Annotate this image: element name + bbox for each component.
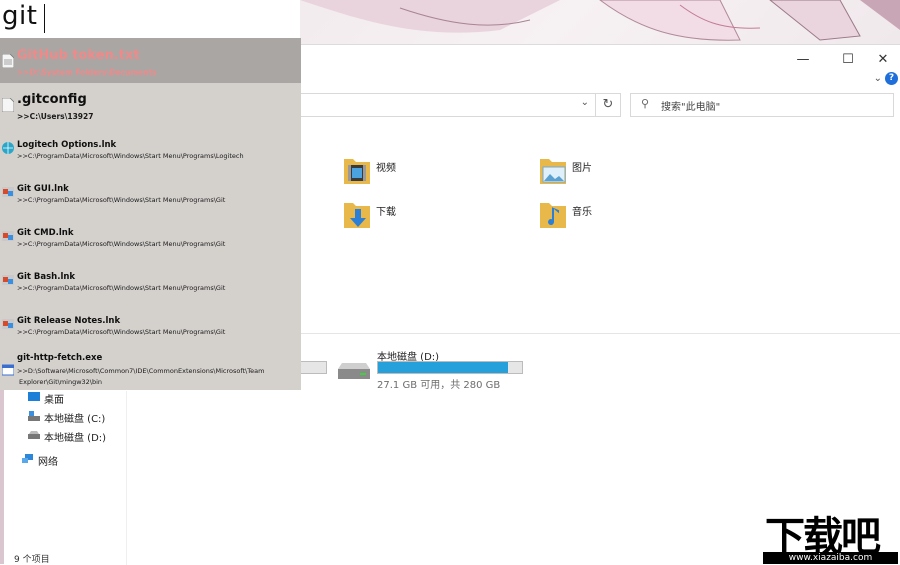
close-button[interactable]: ✕ xyxy=(866,49,900,71)
maximize-button[interactable]: ☐ xyxy=(831,49,865,71)
result-item-selected[interactable]: GitHub token.txt >>D:\System Folders\Doc… xyxy=(0,38,301,83)
network-icon xyxy=(22,454,33,463)
folder-videos[interactable]: 视频 xyxy=(342,155,542,195)
search-icon: ⚲ xyxy=(641,97,650,110)
result-item[interactable]: Git Bash.lnk >>C:\ProgramData\Microsoft\… xyxy=(0,259,301,303)
wallpaper-art xyxy=(300,0,900,41)
desktop-icon xyxy=(28,392,40,401)
watermark-box: 下载吧 xyxy=(763,508,898,560)
drive-d-usage-bar xyxy=(377,361,523,374)
search-query-input[interactable]: git xyxy=(0,0,300,38)
search-placeholder: 搜索"此电脑" xyxy=(661,102,721,113)
result-item[interactable]: .gitconfig >>C:\Users\13927 xyxy=(0,83,301,127)
drive-d-usage-fill xyxy=(378,362,509,373)
drive-c-usage-bar xyxy=(300,361,327,374)
result-item[interactable]: Git Release Notes.lnk >>C:\ProgramData\M… xyxy=(0,303,301,347)
result-item[interactable]: git-http-fetch.exe >>D:\Software\Microso… xyxy=(0,347,301,390)
status-item-count: 9 个项目 xyxy=(14,555,50,565)
watermark-logo: 下载吧 www.xiazaiba.com xyxy=(763,508,898,564)
drive-d-tile[interactable]: 本地磁盘 (D:) 27.1 GB 可用，共 280 GB xyxy=(336,345,536,393)
globe-shortcut-icon xyxy=(2,142,14,154)
result-item[interactable]: Git GUI.lnk >>C:\ProgramData\Microsoft\W… xyxy=(0,171,301,215)
downloads-folder-icon xyxy=(344,203,370,228)
folder-music[interactable]: 音乐 xyxy=(538,199,738,239)
ribbon-expand-icon[interactable]: ⌄ xyxy=(874,73,882,84)
exe-icon xyxy=(2,364,14,376)
section-divider xyxy=(300,333,900,334)
video-folder-icon xyxy=(344,159,370,184)
address-dropdown-icon[interactable]: ⌄ xyxy=(581,97,589,108)
drive-d-icon xyxy=(28,431,40,439)
search-results-list: GitHub token.txt >>D:\System Folders\Doc… xyxy=(0,38,301,390)
result-item[interactable]: Logitech Options.lnk >>C:\ProgramData\Mi… xyxy=(0,127,301,171)
wallpaper-edge xyxy=(0,390,4,564)
drive-c-icon xyxy=(28,411,40,421)
text-caret xyxy=(44,4,45,33)
folder-pictures[interactable]: 图片 xyxy=(538,155,738,195)
help-icon[interactable]: ? xyxy=(885,72,898,85)
result-item[interactable]: Git CMD.lnk >>C:\ProgramData\Microsoft\W… xyxy=(0,215,301,259)
folder-downloads[interactable]: 下载 xyxy=(342,199,542,239)
explorer-search-box[interactable]: ⚲ 搜索"此电脑" xyxy=(630,93,894,117)
text-file-icon xyxy=(2,54,14,68)
music-folder-icon xyxy=(540,203,566,228)
git-shortcut-icon xyxy=(2,275,14,285)
git-shortcut-icon xyxy=(2,319,14,329)
pictures-folder-icon xyxy=(540,159,566,184)
file-icon xyxy=(2,98,14,112)
nav-pane-divider xyxy=(126,391,127,565)
git-shortcut-icon xyxy=(2,187,14,197)
address-bar[interactable]: ⌄ xyxy=(300,93,596,117)
hard-drive-icon xyxy=(338,363,370,379)
git-shortcut-icon xyxy=(2,231,14,241)
minimize-button[interactable]: — xyxy=(786,49,820,71)
refresh-button[interactable]: ↻ xyxy=(595,93,621,117)
